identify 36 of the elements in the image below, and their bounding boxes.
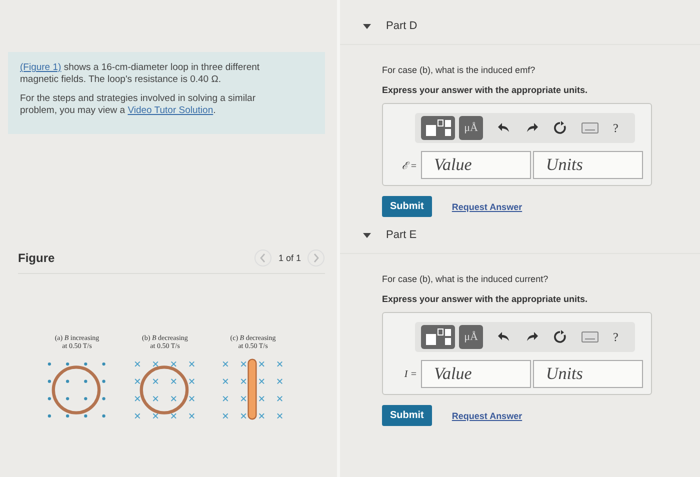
- template-icon: [425, 328, 451, 346]
- keyboard-icon[interactable]: [581, 122, 599, 134]
- figure-title: Figure: [18, 251, 55, 265]
- problem-text: (Figure 1) shows a 16-cm-diameter loop in three different magnetic fields. The loop's resistance is 0.40 Ω.: [20, 62, 261, 85]
- request-answer-link[interactable]: Request Answer: [452, 202, 522, 212]
- collapse-icon[interactable]: [362, 230, 372, 240]
- page-counter: 1 of 1: [278, 253, 301, 263]
- help-text: For the steps and strategies involved in solving a similar problem, you may view a Video Tutor Solution.: [20, 93, 257, 116]
- submit-button[interactable]: Submit: [382, 196, 432, 217]
- request-answer-link[interactable]: Request Answer: [452, 410, 522, 420]
- template-icon: [425, 119, 451, 137]
- value-field[interactable]: Value: [421, 360, 531, 388]
- units-button[interactable]: μÅ: [459, 325, 483, 349]
- template-button[interactable]: [421, 325, 455, 349]
- submit-button[interactable]: Submit: [382, 405, 432, 426]
- units-field[interactable]: Units: [533, 151, 643, 179]
- question-text: For case (b), what is the induced current?: [382, 274, 550, 284]
- part-title[interactable]: Part D: [386, 20, 418, 32]
- instruction-text: Express your answer with the appropriate units.: [382, 294, 589, 304]
- collapse-icon[interactable]: [362, 21, 372, 31]
- reset-icon[interactable]: [553, 330, 567, 344]
- figure-link[interactable]: (Figure 1): [20, 62, 62, 73]
- part-title[interactable]: Part E: [386, 229, 417, 241]
- video-tutor-link[interactable]: Video Tutor Solution: [128, 104, 214, 116]
- variable-label: ℰ =: [400, 160, 418, 172]
- keyboard-icon[interactable]: [581, 331, 599, 343]
- template-button[interactable]: [421, 116, 455, 140]
- variable-label: I =: [403, 368, 418, 380]
- help-button[interactable]: ?: [613, 330, 618, 344]
- reset-icon[interactable]: [553, 121, 567, 135]
- instruction-text: Express your answer with the appropriate units.: [382, 85, 589, 95]
- units-button[interactable]: μÅ: [459, 116, 483, 140]
- value-field[interactable]: Value: [421, 151, 531, 179]
- question-text: For case (b), what is the induced emf?: [382, 65, 536, 75]
- units-field[interactable]: Units: [533, 360, 643, 388]
- help-button[interactable]: ?: [613, 120, 618, 136]
